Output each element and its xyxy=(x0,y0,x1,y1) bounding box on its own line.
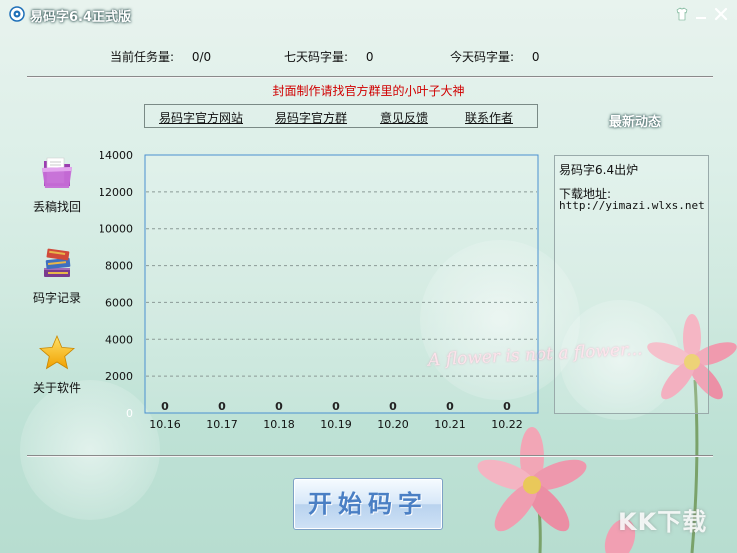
news-headline: 易码字6.4出炉 xyxy=(559,163,639,177)
sidebar-item-recover[interactable]: 丢稿找回 xyxy=(28,153,86,215)
x-tick-label: 10.19 xyxy=(320,418,352,431)
sidebar-item-label: 丢稿找回 xyxy=(32,200,81,214)
bottom-divider xyxy=(27,455,713,457)
current-tasks-label: 当前任务量: xyxy=(110,50,175,64)
close-icon[interactable] xyxy=(711,4,731,24)
start-typing-button[interactable]: 开始码字 xyxy=(293,478,443,530)
folder-icon xyxy=(42,157,72,188)
watermark-text: KK下载 xyxy=(618,508,708,536)
x-tick-label: 10.20 xyxy=(377,418,409,431)
y-tick-label: 10000 xyxy=(100,223,133,236)
y-tick-label: 0 xyxy=(126,407,133,420)
current-tasks-value: 0/0 xyxy=(191,50,212,64)
minimize-icon[interactable] xyxy=(691,4,711,24)
seven-day-stat: 七天码字量: 0 xyxy=(284,48,374,65)
sidebar-item-records[interactable]: 码字记录 xyxy=(28,244,86,306)
x-tick-label: 10.16 xyxy=(149,418,181,431)
bar-value-label: 0 xyxy=(389,400,397,413)
current-tasks-stat: 当前任务量: 0/0 xyxy=(110,48,211,65)
main-window: A flower is not a flower... 易码字6.4正式版 当前… xyxy=(0,0,737,553)
star-icon xyxy=(39,334,75,370)
sidebar-item-label: 关于软件 xyxy=(32,381,81,395)
bar-value-label: 0 xyxy=(446,400,454,413)
y-tick-label: 6000 xyxy=(105,296,133,309)
official-group-link[interactable]: 易码字官方群 xyxy=(275,109,347,126)
contact-author-link[interactable]: 联系作者 xyxy=(465,109,513,126)
sidebar-item-about[interactable]: 关于软件 xyxy=(28,334,86,396)
y-tick-label: 14000 xyxy=(100,149,133,162)
today-stat: 今天码字量: 0 xyxy=(450,48,540,65)
y-tick-label: 8000 xyxy=(105,260,133,273)
x-tick-label: 10.21 xyxy=(434,418,466,431)
title-bar[interactable]: 易码字6.4正式版 xyxy=(0,0,737,28)
news-title: 最新动态 xyxy=(609,115,662,130)
news-download-url[interactable]: http://yimazi.wlxs.net xyxy=(559,199,705,212)
links-bar: 易码字官方网站 易码字官方群 意见反馈 联系作者 xyxy=(144,104,538,128)
y-tick-label: 12000 xyxy=(100,186,133,199)
x-tick-label: 10.22 xyxy=(491,418,523,431)
bar-value-label: 0 xyxy=(161,400,169,413)
seven-day-label: 七天码字量: xyxy=(284,50,349,64)
feedback-link[interactable]: 意见反馈 xyxy=(380,109,428,126)
plot-frame xyxy=(144,154,539,414)
x-tick-label: 10.17 xyxy=(206,418,238,431)
bar-value-label: 0 xyxy=(218,400,226,413)
promo-banner: 封面制作请找官方群里的小叶子大神 xyxy=(272,84,465,98)
today-label: 今天码字量: xyxy=(450,50,515,64)
sidebar-item-label: 码字记录 xyxy=(32,291,81,305)
bar-value-label: 0 xyxy=(332,400,340,413)
app-icon xyxy=(9,6,25,22)
today-value: 0 xyxy=(531,50,540,64)
news-panel: 易码字6.4出炉 下载地址: http://yimazi.wlxs.net xyxy=(554,155,709,414)
bar-value-label: 0 xyxy=(275,400,283,413)
official-site-link[interactable]: 易码字官方网站 xyxy=(159,109,243,126)
books-icon xyxy=(44,248,71,277)
window-title: 易码字6.4正式版 xyxy=(30,10,132,25)
start-typing-label: 开始码字 xyxy=(308,489,428,518)
bar-value-label: 0 xyxy=(503,400,511,413)
weekly-chart: 0 2000 4000 6000 8000 10000 12000 14000 0 10.16 0 1… xyxy=(100,149,539,431)
x-tick-label: 10.18 xyxy=(263,418,295,431)
seven-day-value: 0 xyxy=(365,50,374,64)
y-tick-label: 4000 xyxy=(105,333,133,346)
y-tick-label: 2000 xyxy=(105,370,133,383)
top-divider xyxy=(27,76,713,78)
skin-icon[interactable] xyxy=(672,4,692,24)
